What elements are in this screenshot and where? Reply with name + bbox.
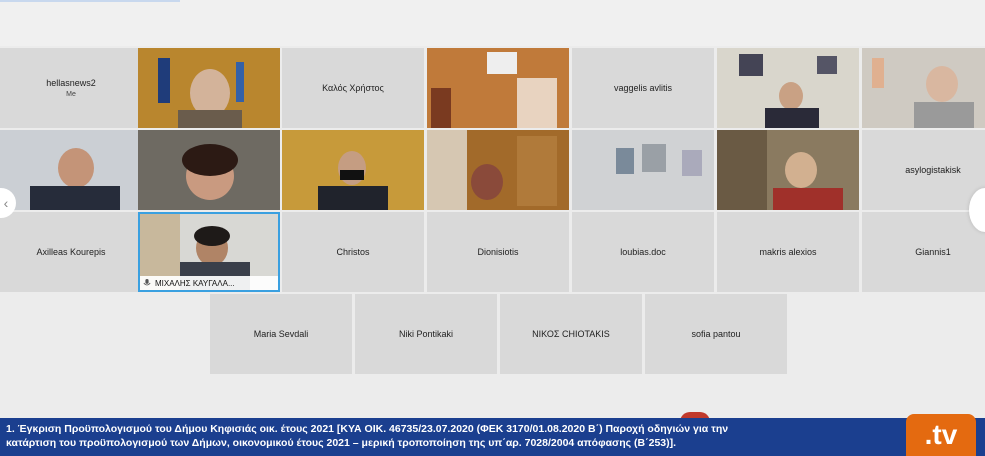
- top-accent: [0, 0, 180, 2]
- participant-name: Καλός Χρήστος: [322, 83, 384, 93]
- participant-name: loubias.doc: [620, 247, 666, 257]
- participant-name: vaggelis avlitis: [613, 83, 673, 93]
- participant-name: Giannis1: [915, 247, 951, 257]
- participant-name: Niki Pontikaki: [398, 329, 454, 339]
- participant-tile[interactable]: makris alexios: [717, 212, 859, 292]
- participant-video[interactable]: [862, 48, 985, 128]
- participant-video[interactable]: [282, 130, 424, 210]
- participant-name: Maria Sevdali: [253, 329, 309, 339]
- participant-tile[interactable]: Christos: [282, 212, 424, 292]
- participant-name: hellasnews2: [46, 78, 96, 88]
- participant-tile[interactable]: Axilleas Kourepis: [0, 212, 142, 292]
- video-feed: [717, 130, 859, 210]
- participant-grid: hellasnews2 Me Καλός Χρήστος vaggelis av…: [0, 48, 985, 374]
- participant-tile[interactable]: Giannis1: [862, 212, 985, 292]
- participant-video-active-speaker[interactable]: ΜΙΧΑΛΗΣ ΚΑΥΓΑΛΑ...: [138, 212, 280, 292]
- participant-tile[interactable]: ΝΙΚΟΣ CHIOTAKIS: [500, 294, 642, 374]
- participant-name: ΝΙΚΟΣ CHIOTAKIS: [532, 329, 610, 339]
- participant-tile[interactable]: asylogistakisk: [862, 130, 985, 210]
- video-feed: [572, 130, 714, 210]
- participant-tile[interactable]: Καλός Χρήστος: [282, 48, 424, 128]
- ticker-line-1: 1. Έγκριση Προϋπολογισμού του Δήμου Κηφι…: [6, 423, 729, 435]
- ticker-text: 1. Έγκριση Προϋπολογισμού του Δήμου Κηφι…: [6, 422, 896, 450]
- participant-video[interactable]: [138, 130, 280, 210]
- video-feed: [282, 130, 424, 210]
- speaker-name-tag: ΜΙΧΑΛΗΣ ΚΑΥΓΑΛΑ...: [140, 276, 278, 290]
- participant-video[interactable]: [572, 130, 714, 210]
- participant-tile[interactable]: Niki Pontikaki: [355, 294, 497, 374]
- participant-video[interactable]: [0, 130, 142, 210]
- video-feed: [138, 130, 280, 210]
- video-feed: [717, 48, 859, 128]
- participant-name: makris alexios: [759, 247, 817, 257]
- video-feed: [138, 48, 280, 128]
- participant-name: Axilleas Kourepis: [36, 247, 106, 257]
- participant-self-label: Me: [66, 91, 76, 98]
- video-feed: [427, 48, 569, 128]
- top-bar: [0, 0, 985, 46]
- news-ticker: 1. Έγκριση Προϋπολογισμού του Δήμου Κηφι…: [0, 418, 985, 456]
- participant-video[interactable]: [427, 48, 569, 128]
- video-feed: [862, 48, 985, 128]
- participant-name: Dionisiotis: [477, 247, 519, 257]
- participant-name: Christos: [336, 247, 370, 257]
- participant-tile[interactable]: loubias.doc: [572, 212, 714, 292]
- video-feed: [427, 130, 569, 210]
- ticker-line-2: κατάρτιση του προϋπολογισμού των Δήμων, …: [6, 437, 677, 449]
- microphone-icon: [143, 279, 151, 286]
- participant-name: asylogistakisk: [905, 165, 961, 175]
- video-feed: [0, 130, 142, 210]
- participant-tile[interactable]: vaggelis avlitis: [572, 48, 714, 128]
- participant-video[interactable]: [717, 130, 859, 210]
- participant-video[interactable]: [138, 48, 280, 128]
- participant-tile[interactable]: hellasnews2 Me: [0, 48, 142, 128]
- participant-name: sofia pantou: [691, 329, 741, 339]
- participant-tile[interactable]: Dionisiotis: [427, 212, 569, 292]
- participant-video[interactable]: [427, 130, 569, 210]
- participant-tile[interactable]: Maria Sevdali: [210, 294, 352, 374]
- speaker-name: ΜΙΧΑΛΗΣ ΚΑΥΓΑΛΑ...: [155, 278, 235, 288]
- participant-tile[interactable]: sofia pantou: [645, 294, 787, 374]
- channel-logo: .tv: [906, 414, 976, 456]
- participant-video[interactable]: [717, 48, 859, 128]
- chevron-left-icon: ‹: [3, 195, 9, 211]
